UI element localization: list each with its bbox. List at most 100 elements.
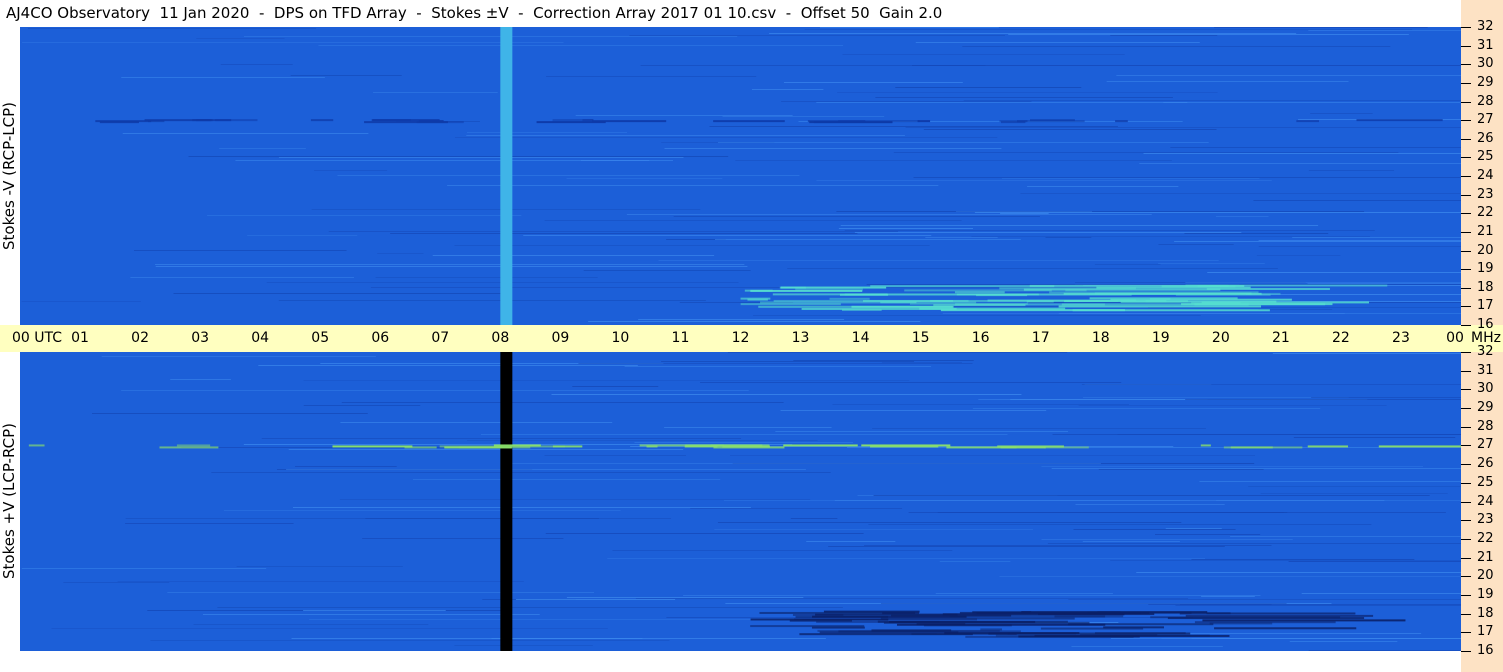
frequency-tick-label: 25 bbox=[1477, 474, 1494, 490]
spectrum-streak bbox=[21, 568, 267, 569]
spectrum-streak bbox=[167, 592, 595, 593]
frequency-tick-label: 19 bbox=[1477, 586, 1494, 602]
spectrum-streak bbox=[309, 619, 803, 620]
frequency-tick-mark bbox=[1461, 82, 1471, 84]
spectrum-streak bbox=[507, 463, 1101, 464]
spectrum-streak bbox=[545, 533, 864, 534]
emission-streak bbox=[1023, 288, 1221, 291]
spectrum-streak bbox=[51, 628, 608, 629]
interference-line bbox=[1378, 445, 1461, 448]
spectrum-streak bbox=[664, 148, 1002, 149]
spectrum-streak bbox=[828, 546, 1225, 547]
time-tick-label: 21 bbox=[1271, 330, 1290, 346]
spectrum-streak bbox=[258, 365, 638, 366]
frequency-tick-label: 21 bbox=[1477, 549, 1494, 565]
spectrum-streak bbox=[1165, 528, 1222, 529]
emission-streak bbox=[1058, 305, 1262, 308]
spectrum-streak bbox=[1041, 466, 1424, 467]
interference-line bbox=[404, 446, 437, 449]
frequency-tick-mark bbox=[1461, 287, 1471, 289]
time-tick-label: 02 bbox=[131, 330, 149, 346]
spectrum-streak bbox=[362, 538, 564, 539]
spectrum-streak bbox=[1158, 244, 1234, 245]
frequency-tick-mark bbox=[1461, 651, 1471, 652]
spectrum-streak bbox=[626, 214, 1152, 215]
emission-streak bbox=[841, 308, 882, 311]
frequency-tick-label: 28 bbox=[1477, 418, 1494, 434]
interference-line bbox=[1356, 119, 1443, 122]
frequency-tick-mark bbox=[1461, 176, 1471, 177]
spectrum-streak bbox=[624, 366, 932, 367]
spectrum-streak bbox=[236, 566, 403, 567]
spectrum-streak bbox=[133, 250, 347, 251]
spectrum-streak bbox=[1174, 241, 1461, 242]
frequency-tick-mark bbox=[1461, 426, 1471, 428]
emission-streak bbox=[1201, 301, 1370, 304]
frequency-tick-mark bbox=[1461, 231, 1471, 233]
interference-line bbox=[713, 120, 785, 123]
spectrum-streak bbox=[491, 638, 643, 639]
frequency-tick-label: 31 bbox=[1477, 362, 1494, 378]
spectrum-streak bbox=[937, 512, 1284, 513]
spectrum-streak bbox=[1161, 638, 1461, 639]
spectrum-streak bbox=[1027, 186, 1179, 187]
time-tick-label: 20 bbox=[1211, 330, 1230, 346]
frequency-tick-label: 30 bbox=[1477, 56, 1494, 72]
spectrum-streak bbox=[751, 89, 824, 90]
frequency-tick-mark bbox=[1461, 370, 1471, 372]
spectrum-streak bbox=[1000, 213, 1049, 214]
spectrum-streak bbox=[1075, 504, 1225, 505]
spectrum-streak bbox=[247, 235, 358, 236]
interference-line bbox=[332, 445, 413, 448]
spectrum-streak bbox=[1136, 572, 1461, 573]
interference-line bbox=[592, 120, 667, 123]
spectrum-streak bbox=[412, 479, 721, 480]
spectrum-streak bbox=[1310, 113, 1373, 114]
spectrum-streak bbox=[1308, 170, 1395, 171]
spectrum-streak bbox=[868, 524, 1372, 525]
spectrum-streak bbox=[1071, 646, 1223, 647]
spectrum-streak bbox=[837, 92, 1218, 93]
time-tick-label: 06 bbox=[371, 330, 390, 346]
spectrum-streak bbox=[912, 65, 1461, 66]
spectrum-streak bbox=[130, 277, 354, 278]
spectrum-streak bbox=[150, 640, 670, 641]
interference-line bbox=[917, 120, 931, 123]
spectrum-streak bbox=[1078, 405, 1387, 406]
spectrum-streak bbox=[337, 175, 800, 176]
spectrum-streak bbox=[905, 127, 1461, 128]
spectrum-streak bbox=[638, 319, 845, 320]
spectrum-streak bbox=[881, 362, 962, 363]
spectrum-streak bbox=[220, 64, 293, 65]
frequency-tick-label: 20 bbox=[1477, 242, 1494, 258]
emission-streak bbox=[740, 297, 771, 300]
frequency-tick-label: 29 bbox=[1477, 74, 1494, 90]
frequency-tick-mark bbox=[1461, 138, 1471, 140]
spectrum-streak bbox=[999, 576, 1461, 577]
spectrum-streak bbox=[714, 529, 1033, 530]
frequency-tick-mark bbox=[1461, 445, 1471, 447]
frequency-tick-label: 31 bbox=[1477, 37, 1494, 53]
spectrum-streak bbox=[769, 33, 1297, 34]
interference-line bbox=[1115, 120, 1128, 123]
frequency-tick-label: 22 bbox=[1477, 530, 1494, 546]
spectrum-streak bbox=[955, 211, 1093, 212]
spectrum-streak bbox=[714, 239, 1021, 240]
spectrum-streak bbox=[836, 211, 1365, 212]
spectrum-streak bbox=[1143, 153, 1461, 154]
frequency-tick-mark bbox=[1461, 520, 1471, 522]
frequency-tick-label: 25 bbox=[1477, 149, 1494, 165]
spectrum-streak bbox=[972, 408, 1321, 409]
spectrum-streak bbox=[515, 599, 676, 600]
spectrum-streak bbox=[454, 137, 998, 138]
time-tick-label: 17 bbox=[1031, 330, 1050, 346]
emission-streak bbox=[980, 628, 1003, 631]
spectrum-streak bbox=[1008, 34, 1409, 35]
interference-line bbox=[1230, 446, 1273, 449]
emission-streak bbox=[1194, 621, 1336, 624]
spectrum-streak bbox=[658, 260, 1219, 261]
emission-streak bbox=[1202, 619, 1406, 622]
spectrum-streak bbox=[819, 27, 999, 28]
spectrum-streak bbox=[125, 518, 672, 519]
spectrum-streak bbox=[895, 87, 1082, 88]
